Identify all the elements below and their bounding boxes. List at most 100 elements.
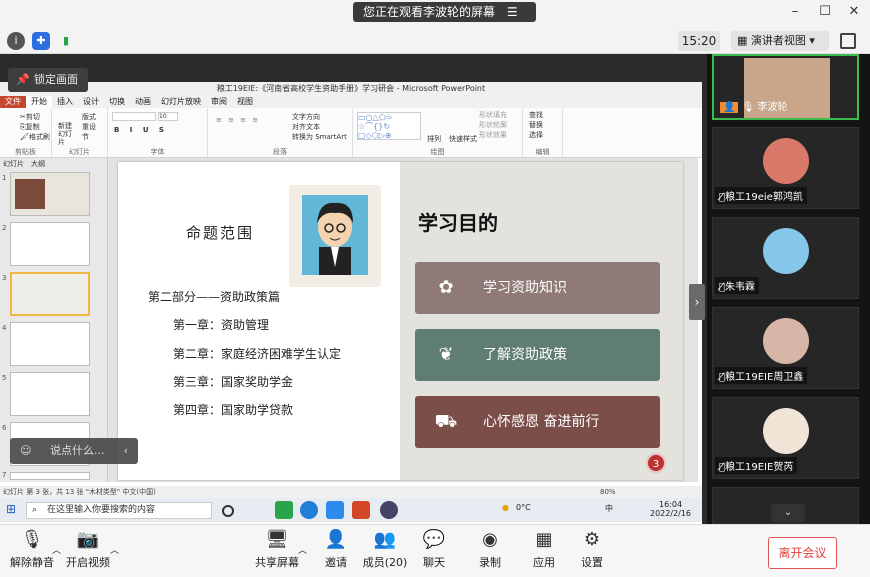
thumb-number: 6 (2, 424, 7, 432)
record-icon: ◉ (482, 529, 498, 550)
collapse-panel-button[interactable]: › (689, 284, 705, 320)
settings-button[interactable]: ⚙ 设置 (576, 529, 608, 570)
shape-outline-button[interactable]: 形状轮廓 (479, 120, 507, 130)
shape-fill-button[interactable]: 形状填充 (479, 110, 507, 120)
slide-thumbnail[interactable] (10, 172, 90, 216)
format-painter-button[interactable]: 🖌格式刷 (20, 132, 50, 142)
find-button[interactable]: 查找 (529, 110, 543, 120)
apps-button[interactable]: ▦ 应用 (528, 529, 560, 570)
chat-input-bubble[interactable]: ☺ 说点什么... ‹ (10, 438, 138, 464)
slide-thumbnail[interactable] (10, 222, 90, 266)
lock-screen-button[interactable]: 📌 锁定画面 (8, 68, 88, 92)
chevron-left-icon[interactable]: ‹ (124, 438, 128, 464)
slide-thumbnail-active[interactable] (10, 272, 90, 316)
ribbon-group-editing: 查找 替换 选择 编辑 (523, 108, 563, 158)
chevron-up-icon[interactable]: ︿ (110, 543, 119, 556)
mic-icon: 🎙 (741, 102, 755, 113)
slide-thumbnail[interactable] (10, 322, 90, 366)
reset-button[interactable]: 重设 (82, 122, 96, 132)
chat-button[interactable]: 💬 聊天 (418, 529, 450, 570)
windows-start-icon[interactable]: ⊞ (6, 502, 16, 516)
emoji-icon[interactable]: ☺ (20, 438, 31, 464)
view-mode-button[interactable]: ▦ 演讲者视图 ▾ (731, 31, 829, 51)
cut-button[interactable]: ✂剪切 (20, 112, 50, 122)
signal-icon[interactable]: ▮ (57, 32, 75, 50)
new-slide-button[interactable]: 新建幻灯片 (58, 122, 78, 146)
font-size-field[interactable]: 10 (158, 112, 178, 121)
share-screen-button[interactable]: 🖥 共享屏幕 (253, 529, 301, 570)
tab-insert[interactable]: 插入 (52, 96, 78, 108)
shield-icon[interactable]: ✚ (32, 32, 50, 50)
slide-thumbnail[interactable] (10, 372, 90, 416)
chevron-up-icon[interactable]: ︿ (298, 543, 307, 556)
camera-off-icon: 📷 (76, 529, 100, 550)
font-style-buttons[interactable]: B I U S (114, 126, 168, 134)
restore-icon[interactable]: ☐ (818, 5, 832, 19)
close-icon[interactable]: ✕ (847, 5, 861, 19)
align-icons[interactable]: ≡ ≡ ≡ ≡ (216, 116, 260, 124)
participant-name: 👤 🎙 李波轮 (716, 97, 792, 114)
thumb-number: 2 (2, 224, 7, 232)
chevron-up-icon[interactable]: ︿ (52, 543, 61, 556)
tab-file[interactable]: 文件 (0, 96, 26, 108)
wechat-app-icon[interactable] (275, 501, 293, 519)
slide-chapter: 第一章：资助管理 (173, 318, 270, 332)
meeting-app-icon[interactable] (326, 501, 344, 519)
ime-indicator[interactable]: 中 (605, 503, 613, 514)
shapes-gallery[interactable]: ▭○△⬠⇨ ☆⌒{}↻ ▢◇⬡▷⊕ (357, 112, 421, 140)
tab-transitions[interactable]: 切换 (104, 96, 130, 108)
tab-slides[interactable]: 幻灯片 (3, 160, 24, 168)
text-direction-button[interactable]: 文字方向 (292, 112, 347, 122)
start-video-button[interactable]: 📷 开启视频 (64, 529, 112, 570)
tab-slideshow[interactable]: 幻灯片放映 (156, 96, 206, 108)
tab-outline[interactable]: 大纲 (31, 160, 45, 168)
zoom-level[interactable]: 80% (600, 486, 616, 498)
slide-part-heading: 第二部分——资助政策篇 (148, 290, 281, 304)
chevron-down-icon[interactable]: ⌄ (771, 504, 805, 522)
participant-tile[interactable]: 🎙̸粮工19EIE周卫鑫 (712, 307, 859, 389)
tab-view[interactable]: 视图 (232, 96, 258, 108)
sprout-icon: ❦ (438, 344, 454, 365)
arrange-button[interactable]: 排列 (427, 134, 441, 144)
align-text-button[interactable]: 对齐文本 (292, 122, 347, 132)
font-name-field[interactable] (112, 112, 156, 121)
share-screen-icon: 🖥 (265, 529, 289, 550)
menu-icon[interactable]: ☰ (507, 5, 518, 19)
info-icon[interactable]: i (7, 32, 25, 50)
section-button[interactable]: 节 (82, 132, 96, 142)
shape-effects-button[interactable]: 形状效果 (479, 130, 507, 140)
tab-animations[interactable]: 动画 (130, 96, 156, 108)
participant-name: 🎙̸朱韦霖 (715, 277, 760, 294)
participant-tile[interactable]: 🎙̸朱韦霖 (712, 217, 859, 299)
select-button[interactable]: 选择 (529, 130, 543, 140)
slide-thumbnail[interactable] (10, 472, 90, 480)
smartart-button[interactable]: 转换为 SmartArt (292, 132, 347, 142)
powerpoint-app-icon[interactable] (352, 501, 370, 519)
taskbar-search-input[interactable]: ⌕ 在这里输入你要搜索的内容 (26, 502, 212, 519)
app-icon[interactable] (380, 501, 398, 519)
layout-button[interactable]: 版式 (82, 112, 96, 122)
participant-tile[interactable]: 🎙̸粮工19EIE贺芮 (712, 397, 859, 479)
unmute-button[interactable]: 🎙 解除静音 (8, 529, 56, 570)
record-button[interactable]: ◉ 录制 (474, 529, 506, 570)
tab-review[interactable]: 审阅 (206, 96, 232, 108)
tab-design[interactable]: 设计 (78, 96, 104, 108)
copy-button[interactable]: ⎘复制 (20, 122, 50, 132)
members-button[interactable]: 👥 成员(20) (362, 529, 408, 570)
quick-styles-button[interactable]: 快速样式 (449, 134, 477, 144)
search-icon: ⌕ (32, 505, 38, 515)
tab-home[interactable]: 开始 (26, 96, 52, 108)
screen-share-banner[interactable]: 您正在观看李波轮的屏幕 ☰ (353, 2, 536, 22)
task-view-icon[interactable] (222, 505, 234, 517)
edge-app-icon[interactable] (300, 501, 318, 519)
ribbon-group-paragraph: 文字方向 对齐文本 转换为 SmartArt ≡ ≡ ≡ ≡ 段落 (208, 108, 353, 158)
minimize-icon[interactable]: – (788, 5, 802, 19)
group-label: 幻灯片 (69, 148, 90, 156)
invite-button[interactable]: 👤 邀请 (318, 529, 354, 570)
replace-button[interactable]: 替换 (529, 120, 543, 130)
participant-tile[interactable]: 🎙̸粮工19eie郭鸿凯 (712, 127, 859, 209)
leave-meeting-button[interactable]: 离开会议 (768, 537, 837, 569)
slide-chapter: 第二章：家庭经济困难学生认定 (173, 347, 342, 361)
fullscreen-icon[interactable] (840, 33, 856, 49)
participant-tile-active-speaker[interactable]: 👤 🎙 李波轮 (712, 54, 859, 120)
